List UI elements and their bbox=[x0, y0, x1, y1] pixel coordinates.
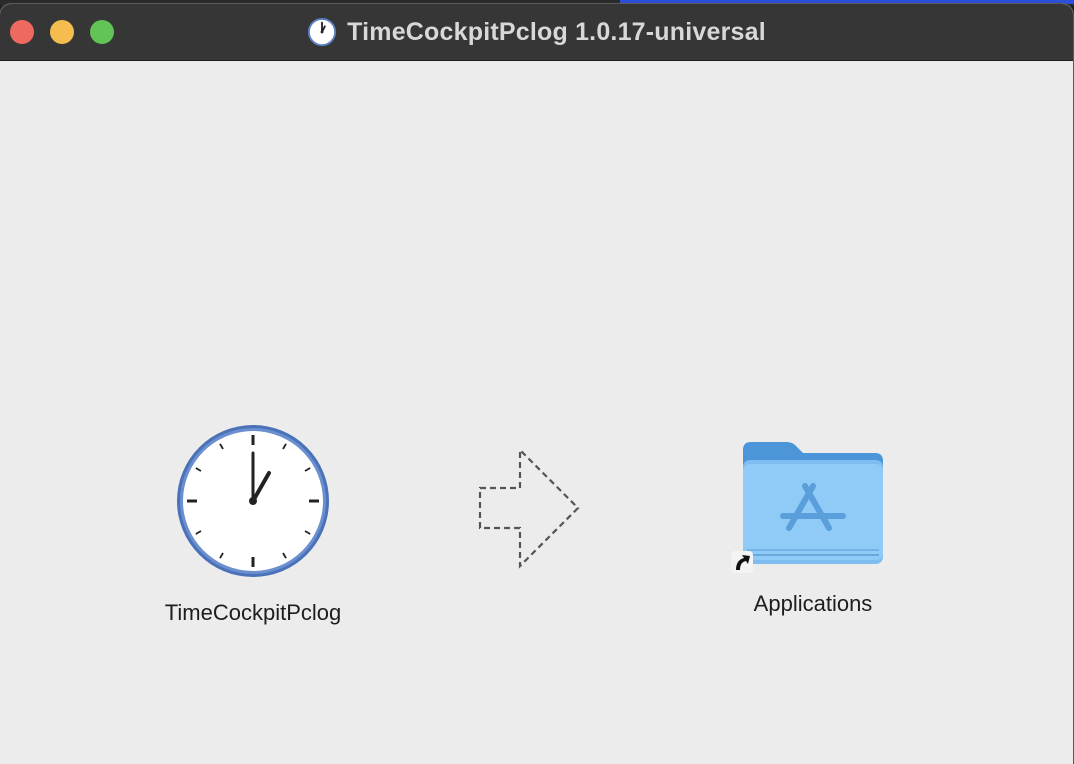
title-container: TimeCockpitPclog 1.0.17-universal bbox=[0, 4, 1073, 60]
clock-icon[interactable] bbox=[173, 421, 333, 581]
applications-label: Applications bbox=[753, 591, 873, 616]
dashed-arrow-icon bbox=[478, 447, 580, 569]
title-bar[interactable]: TimeCockpitPclog 1.0.17-universal bbox=[0, 4, 1073, 61]
clock-icon bbox=[308, 17, 337, 47]
installer-content: TimeCockpitPclog Applications bbox=[0, 61, 1073, 764]
applications-item[interactable]: Applications bbox=[683, 436, 943, 617]
app-item[interactable]: TimeCockpitPclog bbox=[123, 421, 383, 626]
app-label: TimeCockpitPclog bbox=[164, 600, 342, 625]
window-title: TimeCockpitPclog 1.0.17-universal bbox=[347, 17, 766, 46]
alias-arrow-icon bbox=[731, 551, 753, 573]
dmg-installer-window: TimeCockpitPclog 1.0.17-universal TimeCo… bbox=[0, 4, 1073, 764]
applications-folder-icon[interactable] bbox=[733, 436, 893, 572]
